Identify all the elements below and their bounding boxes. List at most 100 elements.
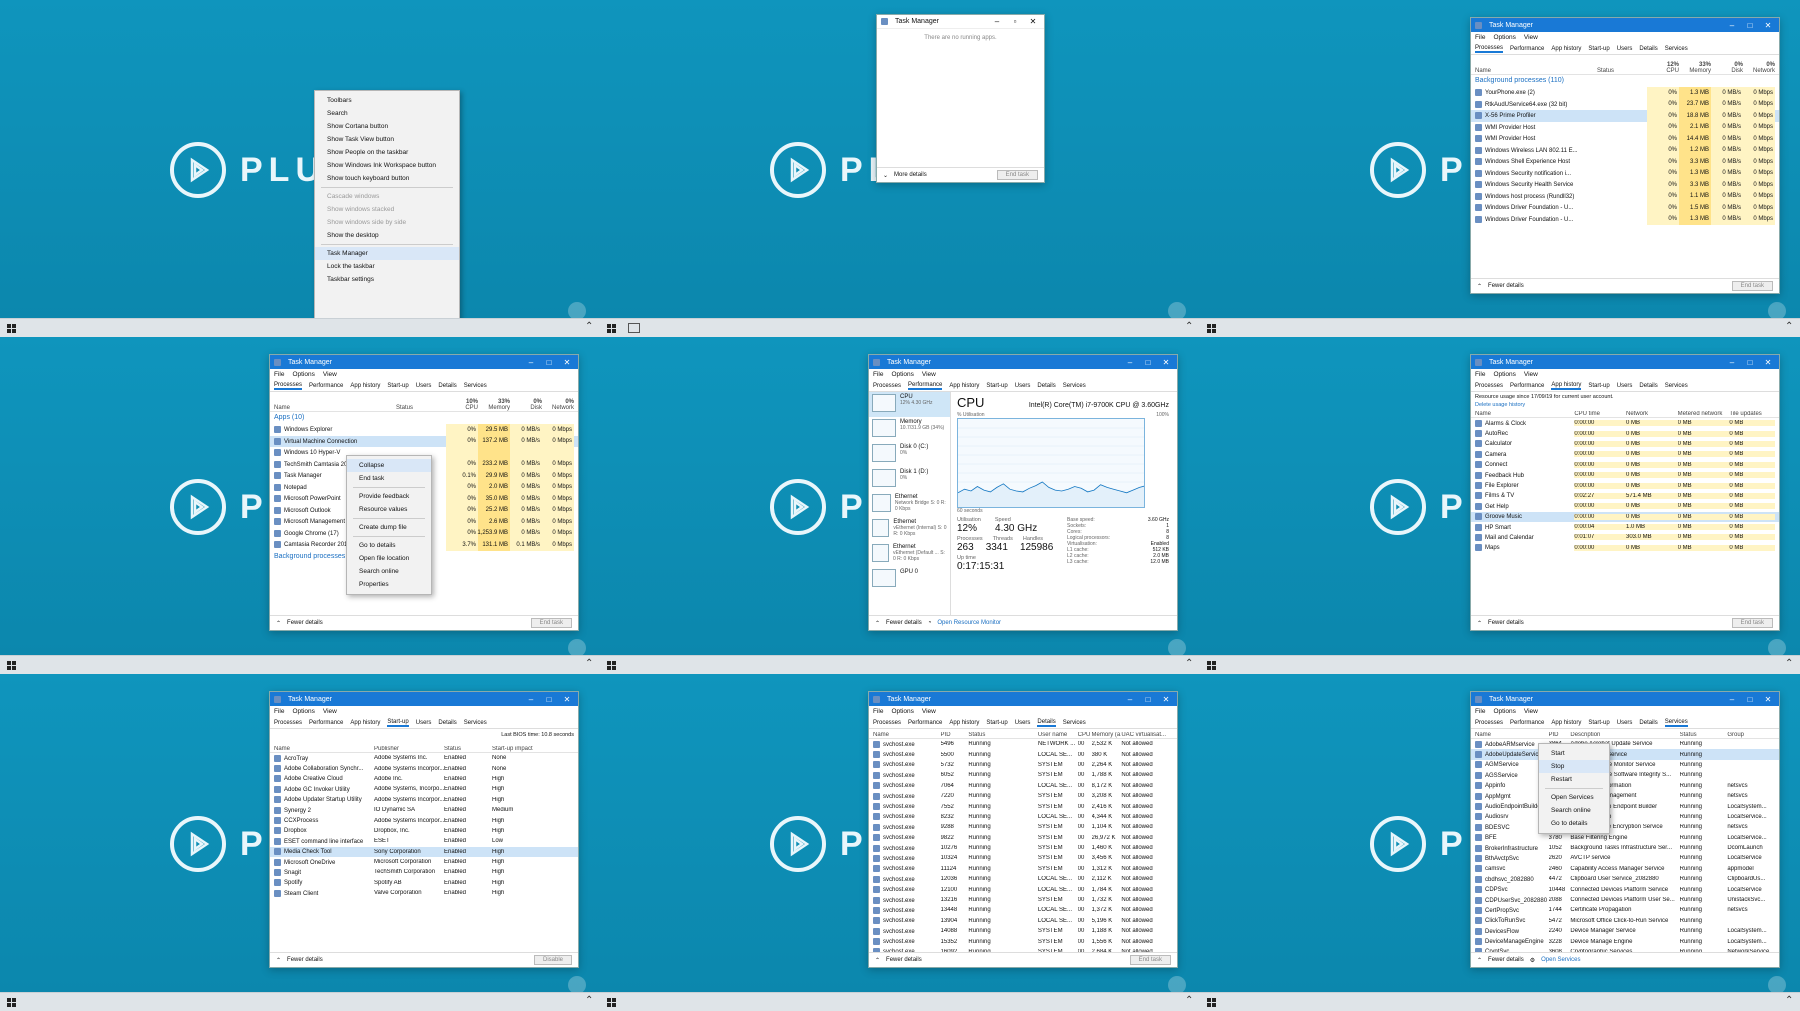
table-row[interactable]: Camera 0:00:00 0 MB 0 MB 0 MB: [1471, 449, 1779, 459]
taskbar[interactable]: ⌃: [1200, 992, 1800, 1011]
perf-item-disk-0-c-[interactable]: Disk 0 (C:) 0%: [869, 442, 950, 467]
tab-services[interactable]: Services: [1665, 383, 1688, 389]
windows-start-icon[interactable]: [607, 661, 616, 670]
tab-apphistory[interactable]: App history: [1551, 382, 1582, 390]
table-row[interactable]: Windows Security notification i... 0% 1.3 …: [1471, 167, 1779, 179]
table-row[interactable]: Media Check Tool Sony Corporation Enabled H…: [270, 846, 578, 857]
close-icon[interactable]: ✕: [560, 695, 574, 704]
chevron-up-icon[interactable]: ⌃: [1785, 658, 1793, 669]
taskbar[interactable]: ⌃: [0, 992, 600, 1011]
taskbar[interactable]: ⌃: [0, 318, 600, 337]
tab-details[interactable]: Details: [438, 383, 456, 389]
menu-item-show-windows-ink-workspace-button[interactable]: Show Windows Ink Workspace button: [315, 159, 459, 172]
col-name[interactable]: Name: [873, 732, 941, 738]
menu-item-task-manager[interactable]: Task Manager: [315, 247, 459, 260]
col-publisher[interactable]: Publisher: [374, 746, 444, 752]
taskbar[interactable]: ⌃: [600, 992, 1200, 1011]
close-icon[interactable]: ✕: [1761, 695, 1775, 704]
table-row[interactable]: AudiosrvWindows AudioRunningLocalService…: [1471, 812, 1779, 822]
col-name[interactable]: Name: [1475, 411, 1574, 417]
chevron-up-icon[interactable]: ⌃: [585, 658, 593, 669]
tab-processes[interactable]: Processes: [1475, 383, 1503, 389]
table-row[interactable]: svchost.exe 5496 Running NETWORK ... 00 2,532…: [869, 739, 1177, 749]
menu-item-show-the-desktop[interactable]: Show the desktop: [315, 229, 459, 242]
tab-apphistory[interactable]: App history: [350, 720, 380, 726]
tab-performance[interactable]: Performance: [1510, 720, 1544, 726]
chevron-up-icon[interactable]: ⌃: [585, 321, 593, 332]
minimize-icon[interactable]: –: [524, 695, 538, 704]
maximize-icon[interactable]: ▫: [1008, 17, 1022, 26]
table-row[interactable]: ClickToRunSvc 5472 Microsoft Office Click-…: [1471, 916, 1779, 926]
taskbar[interactable]: ⌃: [600, 655, 1200, 674]
table-row[interactable]: svchost.exe 5732 Running SYSTEM 00 2,264 K Not…: [869, 760, 1177, 770]
tab-users[interactable]: Users: [1617, 383, 1633, 389]
taskbar[interactable]: ⌃: [1200, 318, 1800, 337]
col-cpu-time[interactable]: CPU time: [1574, 411, 1626, 417]
tab-performance[interactable]: Performance: [309, 720, 343, 726]
menu-view[interactable]: View: [323, 708, 337, 715]
col-uac-virtualisat-[interactable]: UAC virtualisat...: [1121, 732, 1173, 738]
tab-performance[interactable]: Performance: [908, 382, 943, 390]
windows-start-icon[interactable]: [7, 324, 16, 333]
minimize-icon[interactable]: –: [1123, 358, 1137, 367]
menu-options[interactable]: Options: [1493, 708, 1515, 715]
table-row[interactable]: AcroTray Adobe Systems Inc. Enabled None: [270, 753, 578, 763]
table-row[interactable]: Adobe Updater Startup Utility Adobe Syste…: [270, 795, 578, 805]
table-row[interactable]: Windows Driver Foundation - U... 0% 1.3 MB…: [1471, 213, 1779, 225]
table-row[interactable]: svchost.exe 7064 Running LOCAL SE... 00 8,172…: [869, 781, 1177, 791]
menu-file[interactable]: File: [1475, 371, 1485, 378]
table-row[interactable]: svchost.exe 13216 Running SYSTEM 00 1,732 K No…: [869, 895, 1177, 905]
menu-item-show-touch-keyboard-button[interactable]: Show touch keyboard button: [315, 172, 459, 185]
end-task-button[interactable]: End task: [1731, 618, 1773, 628]
col-memory-a-[interactable]: Memory (a...: [1092, 732, 1122, 738]
table-row[interactable]: svchost.exe 13448 Running LOCAL SE... 00 1,37…: [869, 905, 1177, 915]
table-row[interactable]: Windows Wireless LAN 802.11 E... 0% 1.2 MB…: [1471, 144, 1779, 156]
tab-startup[interactable]: Start-up: [387, 719, 409, 727]
table-row[interactable]: WMI Provider Host 0% 2.1 MB 0 MB/s 0 Mbps: [1471, 121, 1779, 133]
tab-performance[interactable]: Performance: [1510, 383, 1544, 389]
menu-file[interactable]: File: [274, 708, 284, 715]
chevron-up-icon[interactable]: ⌃: [1185, 658, 1193, 669]
minimize-icon[interactable]: –: [524, 358, 538, 367]
col-metered-network[interactable]: Metered network: [1678, 411, 1730, 417]
minimize-icon[interactable]: –: [1123, 695, 1137, 704]
menu-item-open-file-location[interactable]: Open file location: [347, 552, 431, 565]
tab-details[interactable]: Details: [1639, 46, 1657, 52]
perf-item-disk-1-d-[interactable]: Disk 1 (D:) 0%: [869, 467, 950, 492]
windows-start-icon[interactable]: [7, 661, 16, 670]
col-network[interactable]: Network: [1626, 411, 1678, 417]
table-row[interactable]: svchost.exe 8232 Running LOCAL SE... 00 4,344…: [869, 812, 1177, 822]
tab-services[interactable]: Services: [1664, 719, 1688, 727]
col-cpu[interactable]: 10% CPU: [446, 399, 478, 411]
end-task-button[interactable]: End task: [530, 618, 572, 628]
table-row[interactable]: CDPUserSvc_2082880 2088 Connected Devices …: [1471, 895, 1779, 905]
chevron-up-icon[interactable]: ⌃: [875, 957, 880, 964]
menu-item-go-to-details[interactable]: Go to details: [1539, 817, 1609, 830]
menu-options[interactable]: Options: [292, 708, 314, 715]
chevron-up-icon[interactable]: ⌃: [1185, 321, 1193, 332]
maximize-icon[interactable]: □: [1141, 695, 1155, 704]
maximize-icon[interactable]: □: [542, 358, 556, 367]
col-description[interactable]: Description: [1570, 732, 1679, 738]
table-row[interactable]: svchost.exe 7220 Running SYSTEM 00 3,208 K Not…: [869, 791, 1177, 801]
table-row[interactable]: svchost.exe 9822 Running SYSTEM 00 26,972 K No…: [869, 833, 1177, 843]
table-row[interactable]: Adobe Creative Cloud Adobe Inc. Enabled Hig…: [270, 774, 578, 784]
table-row[interactable]: BthAvctpSvc 2620 AVCTP service Running Local…: [1471, 853, 1779, 863]
tab-services[interactable]: Services: [464, 720, 487, 726]
chevron-up-icon[interactable]: ⌃: [1785, 321, 1793, 332]
close-icon[interactable]: ✕: [1761, 358, 1775, 367]
table-row[interactable]: svchost.exe 12036 Running LOCAL SE... 00 2,11…: [869, 874, 1177, 884]
maximize-icon[interactable]: □: [1743, 21, 1757, 30]
menu-item-properties[interactable]: Properties: [347, 578, 431, 591]
table-row[interactable]: ESET command line interface ESET Enabled Lo…: [270, 836, 578, 846]
perf-item-ethernet[interactable]: Ethernet vEthernet (Internal) S: 0 R: 0 K…: [869, 517, 950, 542]
minimize-icon[interactable]: –: [1725, 358, 1739, 367]
tab-performance[interactable]: Performance: [1510, 46, 1544, 52]
menu-file[interactable]: File: [873, 371, 883, 378]
menu-item-create-dump-file[interactable]: Create dump file: [347, 521, 431, 534]
perf-item-gpu-0[interactable]: GPU 0: [869, 567, 950, 592]
table-row[interactable]: Windows Security Health Service 0% 3.3 MB 0…: [1471, 179, 1779, 191]
chevron-up-icon[interactable]: ⌃: [1185, 995, 1193, 1006]
menu-item-show-windows-stacked[interactable]: Show windows stacked: [315, 203, 459, 216]
chevron-up-icon[interactable]: ⌃: [1477, 957, 1482, 964]
